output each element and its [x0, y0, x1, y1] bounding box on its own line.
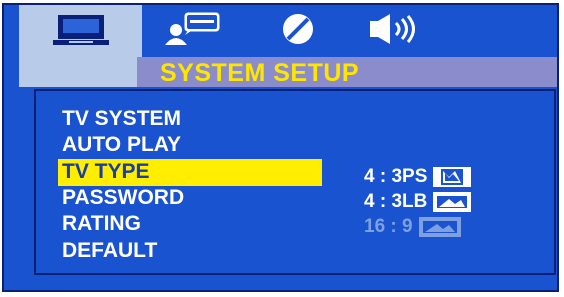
speaker-icon — [368, 12, 424, 51]
option-16-9[interactable]: 16 : 9 — [364, 215, 461, 239]
option-label: 4 : 3PS — [364, 166, 428, 187]
option-label: 16 : 9 — [364, 216, 413, 237]
user-speech-icon — [163, 11, 223, 52]
disc-icon — [280, 11, 316, 52]
option-label: 4 : 3LB — [364, 191, 428, 212]
tab-system-setup[interactable] — [19, 5, 142, 60]
tv-monitor-icon — [52, 13, 109, 52]
tab-bar — [4, 5, 557, 60]
title-tab-strip — [19, 57, 137, 87]
menu-item-rating[interactable]: RATING — [62, 211, 141, 237]
pan-scan-icon — [433, 167, 472, 187]
menu-item-auto-play[interactable]: AUTO PLAY — [62, 132, 181, 158]
menu-item-password[interactable]: PASSWORD — [62, 185, 184, 211]
letterbox-icon — [433, 192, 472, 212]
option-4-3-ps[interactable]: 4 : 3PS — [364, 165, 472, 189]
option-4-3-lb[interactable]: 4 : 3LB — [364, 190, 472, 214]
osd-window: SYSTEM SETUP TV SYSTEM AUTO PLAY TV TYPE… — [2, 3, 559, 292]
tab-language-setup[interactable] — [156, 5, 230, 57]
menu-item-default[interactable]: DEFAULT — [62, 238, 157, 264]
menu-item-tv-system[interactable]: TV SYSTEM — [62, 106, 181, 132]
tab-disc-setup[interactable] — [268, 5, 328, 57]
widescreen-icon — [418, 217, 461, 237]
menu-item-tv-type[interactable]: TV TYPE — [62, 159, 150, 185]
page-title: SYSTEM SETUP — [160, 59, 360, 87]
tab-audio-setup[interactable] — [362, 5, 430, 57]
